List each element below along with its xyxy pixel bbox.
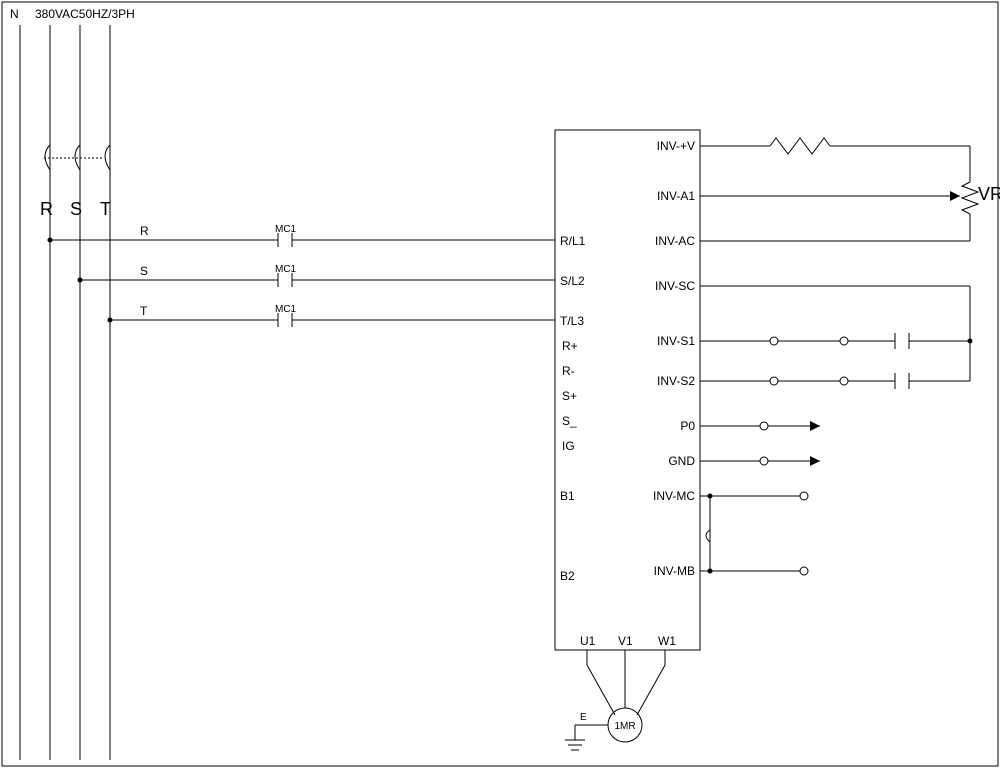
drawing-frame — [2, 2, 998, 766]
port-INVAC: INV-AC — [655, 234, 695, 248]
port-Sm: S_ — [562, 414, 577, 428]
port-P0: P0 — [680, 419, 695, 433]
port-INVS2: INV-S2 — [657, 374, 695, 388]
port-IG: IG — [562, 439, 575, 453]
net-invac — [700, 214, 970, 241]
port-Rm: R- — [562, 364, 575, 378]
port-INVpV: INV-+V — [657, 139, 695, 153]
port-SL2: S/L2 — [560, 274, 585, 288]
main-breaker — [44, 120, 110, 195]
net-s2 — [700, 373, 970, 389]
net-inva1 — [700, 191, 960, 201]
port-INVA1: INV-A1 — [657, 189, 695, 203]
schematic-canvas: N 380VAC50HZ/3PH R S T R S T MC1 — [0, 0, 1000, 768]
potentiometer-vr: VR — [962, 182, 1000, 214]
phase-S-label: S — [70, 199, 82, 219]
port-TL3: T/L3 — [560, 314, 584, 328]
phase-T-label: T — [100, 199, 111, 219]
net-motor: 1MR E — [565, 650, 665, 750]
vr-label: VR — [978, 184, 1000, 204]
earth-label: E — [580, 712, 587, 723]
wire-S-label: S — [140, 264, 148, 278]
motor-label: 1MR — [614, 721, 635, 732]
port-B2: B2 — [560, 569, 575, 583]
main-bus — [20, 25, 110, 760]
port-Rp: R+ — [562, 339, 578, 353]
port-INVMB: INV-MB — [654, 564, 695, 578]
supply-prefix: N — [10, 7, 19, 21]
net-mc-mb — [700, 492, 808, 575]
contactor-mc1: MC1 MC1 MC1 — [270, 224, 555, 327]
net-p0 — [700, 421, 820, 431]
net-invv-resistor — [700, 138, 970, 182]
port-B1: B1 — [560, 489, 575, 503]
port-INVMC: INV-MC — [653, 489, 695, 503]
port-GND: GND — [668, 454, 695, 468]
wire-R-label: R — [140, 224, 149, 238]
port-U1: U1 — [580, 634, 596, 648]
net-s1 — [700, 333, 970, 349]
supply-spec: 380VAC50HZ/3PH — [35, 7, 135, 21]
port-W1: W1 — [658, 634, 676, 648]
port-Sp: S+ — [562, 389, 577, 403]
net-sc-bus — [700, 286, 973, 381]
wire-T-label: T — [140, 304, 148, 318]
port-INVS1: INV-S1 — [657, 334, 695, 348]
net-gnd — [700, 456, 820, 466]
port-V1: V1 — [618, 634, 633, 648]
port-INVSC: INV-SC — [655, 279, 695, 293]
phase-R-label: R — [40, 199, 53, 219]
port-RL1: R/L1 — [560, 234, 586, 248]
